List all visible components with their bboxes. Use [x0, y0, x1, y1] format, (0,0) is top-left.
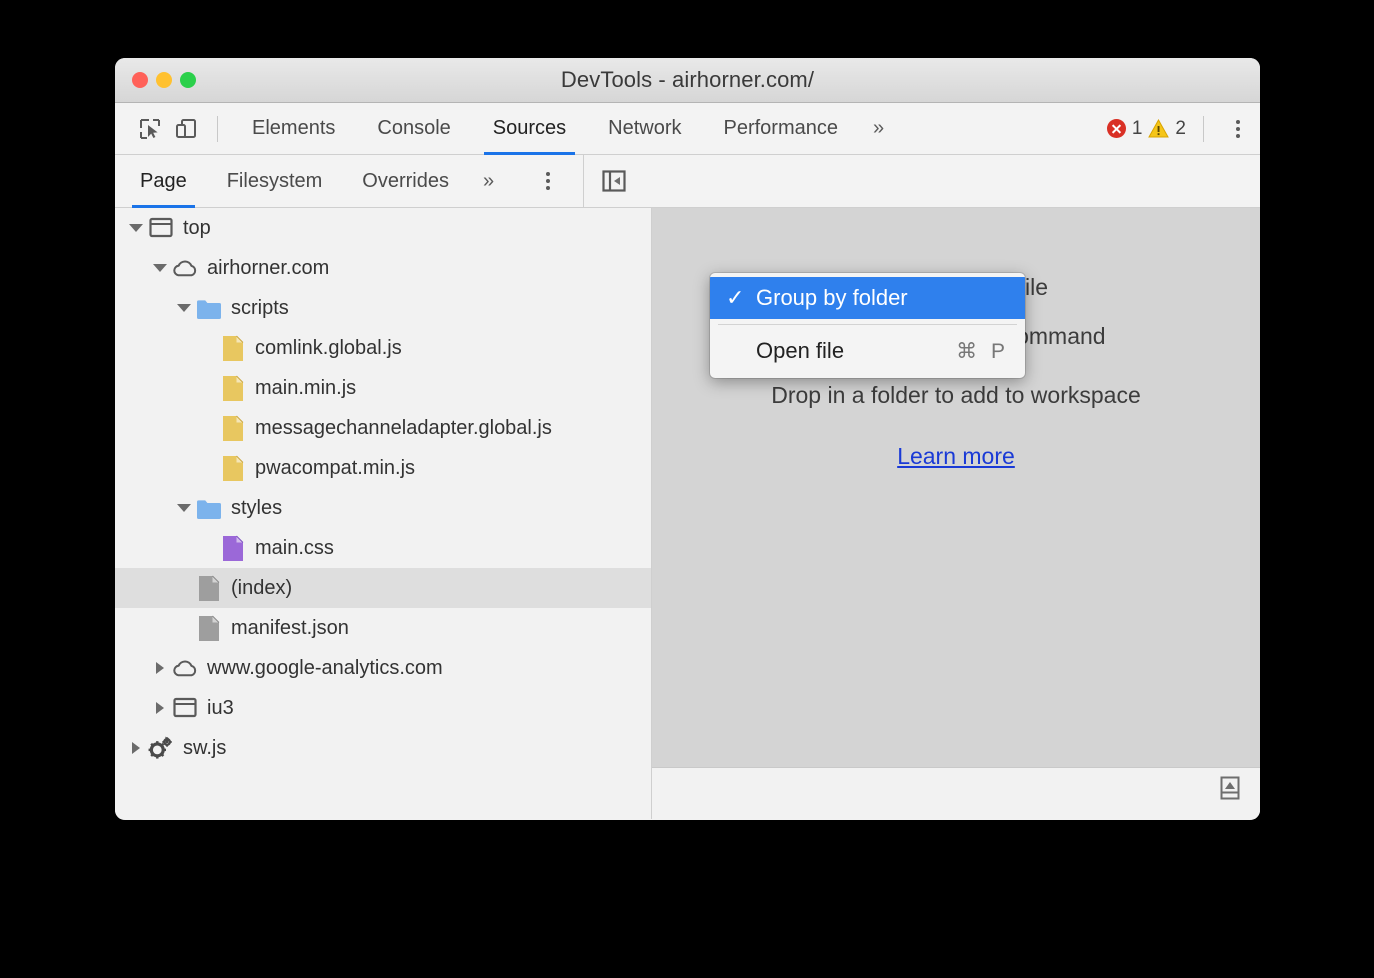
chevron-down-icon[interactable]	[152, 264, 168, 272]
navigator-toolbar: Page Filesystem Overrides »	[115, 155, 1260, 208]
context-menu-item-group-by-folder[interactable]: ✓Group by folder	[710, 277, 1025, 319]
tree-row-styles[interactable]: styles	[115, 488, 651, 528]
navigator-more-tabs-icon[interactable]: »	[469, 170, 508, 193]
chevron-right-icon[interactable]	[152, 662, 168, 674]
tree-row-main-css[interactable]: main.css	[115, 528, 651, 568]
context-menu-item-open-file[interactable]: Open file ⌘ P	[710, 330, 1025, 372]
navigator-context-menu[interactable]: ✓Group by folder Open file ⌘ P	[710, 273, 1025, 378]
title-bar: DevTools - airhorner.com/	[115, 58, 1260, 103]
tree-row-label: iu3	[207, 698, 234, 718]
chevron-down-icon[interactable]	[176, 304, 192, 312]
main-menu-kebab-icon[interactable]	[1236, 120, 1240, 138]
tree-row-messagechanneladapter-global-js[interactable]: messagechanneladapter.global.js	[115, 408, 651, 448]
file-doc-icon	[196, 575, 222, 602]
context-menu-item-label: Open file	[756, 338, 844, 364]
tree-row-top[interactable]: top	[115, 208, 651, 248]
inspect-cursor-icon[interactable]	[132, 111, 168, 147]
warning-icon	[1148, 119, 1169, 138]
show-drawer-icon[interactable]	[1216, 774, 1244, 807]
tree-row-label: manifest.json	[231, 618, 349, 638]
tree-row-label: comlink.global.js	[255, 338, 402, 358]
tab-sources[interactable]: Sources	[472, 103, 587, 154]
toolbar-divider	[217, 116, 218, 142]
main-toolbar: Elements Console Sources Network Perform…	[115, 103, 1260, 155]
navigator-toolbar-divider	[583, 155, 584, 208]
tree-row-airhorner-com[interactable]: airhorner.com	[115, 248, 651, 288]
learn-more-link[interactable]: Learn more	[897, 443, 1015, 470]
file-js-icon	[220, 415, 246, 442]
cloud-icon	[172, 258, 198, 278]
navigator-file-tree[interactable]: top airhorner.com scripts comlink.global.js…	[115, 208, 652, 819]
chevron-down-icon[interactable]	[128, 224, 144, 232]
tree-row-comlink-global-js[interactable]: comlink.global.js	[115, 328, 651, 368]
folder-icon	[196, 498, 222, 519]
tree-row-label: airhorner.com	[207, 258, 329, 278]
file-js-icon	[220, 375, 246, 402]
chevron-right-icon[interactable]	[128, 742, 144, 754]
warning-count: 2	[1175, 118, 1186, 140]
tree-row-label: pwacompat.min.js	[255, 458, 415, 478]
devtools-window: DevTools - airhorner.com/ Elements Conso…	[115, 58, 1260, 820]
issue-counters[interactable]: 1 2	[1107, 118, 1186, 140]
tree-row-label: top	[183, 218, 211, 238]
tree-row-www-google-analytics-com[interactable]: www.google-analytics.com	[115, 648, 651, 688]
editor-bottom-bar	[652, 767, 1260, 819]
navigator-tab-overrides[interactable]: Overrides	[342, 155, 469, 207]
window-title: DevTools - airhorner.com/	[115, 67, 1260, 93]
tree-row-sw-js[interactable]: sw.js	[115, 728, 651, 768]
context-menu-item-shortcut: ⌘ P	[956, 339, 1009, 364]
tree-row-iu3[interactable]: iu3	[115, 688, 651, 728]
gears-icon	[148, 735, 174, 761]
tree-row-label: sw.js	[183, 738, 226, 758]
file-js-icon	[220, 455, 246, 482]
tree-row-label: (index)	[231, 578, 292, 598]
tab-network[interactable]: Network	[587, 103, 702, 154]
error-count: 1	[1132, 118, 1143, 140]
toolbar-divider-right	[1203, 116, 1204, 142]
more-tabs-icon[interactable]: »	[859, 117, 898, 140]
frame-icon	[172, 697, 198, 719]
tree-row-label: scripts	[231, 298, 289, 318]
tree-row-label: styles	[231, 498, 282, 518]
tree-row-label: main.min.js	[255, 378, 356, 398]
navigator-tab-filesystem[interactable]: Filesystem	[207, 155, 343, 207]
tree-row-pwacompat-min-js[interactable]: pwacompat.min.js	[115, 448, 651, 488]
navigator-tab-page[interactable]: Page	[120, 155, 207, 207]
tree-row-label: messagechanneladapter.global.js	[255, 418, 552, 438]
checkmark-icon: ✓	[726, 285, 756, 311]
chevron-down-icon[interactable]	[176, 504, 192, 512]
frame-icon	[148, 217, 174, 239]
context-menu-item-label: Group by folder	[756, 285, 908, 311]
tab-console[interactable]: Console	[356, 103, 471, 154]
workspace-drop-hint: Drop in a folder to add to workspace	[771, 382, 1140, 409]
folder-icon	[196, 298, 222, 319]
context-menu-separator	[718, 324, 1017, 325]
tree-row-scripts[interactable]: scripts	[115, 288, 651, 328]
error-icon	[1107, 119, 1126, 138]
tree-row-main-min-js[interactable]: main.min.js	[115, 368, 651, 408]
tab-elements[interactable]: Elements	[231, 103, 356, 154]
tree-row-label: www.google-analytics.com	[207, 658, 443, 678]
file-css-icon	[220, 535, 246, 562]
tab-performance[interactable]: Performance	[703, 103, 860, 154]
file-doc-icon	[196, 615, 222, 642]
navigator-menu-kebab-icon[interactable]	[546, 172, 550, 190]
cloud-icon	[172, 658, 198, 678]
collapse-sidebar-icon[interactable]	[601, 168, 627, 194]
tree-row-manifest-json[interactable]: manifest.json	[115, 608, 651, 648]
tree-row-label: main.css	[255, 538, 334, 558]
chevron-right-icon[interactable]	[152, 702, 168, 714]
panel-tabs: Elements Console Sources Network Perform…	[231, 103, 898, 154]
device-toolbar-icon[interactable]	[168, 111, 204, 147]
file-js-icon	[220, 335, 246, 362]
tree-row--index-[interactable]: (index)	[115, 568, 651, 608]
content-area: top airhorner.com scripts comlink.global.js…	[115, 208, 1260, 819]
